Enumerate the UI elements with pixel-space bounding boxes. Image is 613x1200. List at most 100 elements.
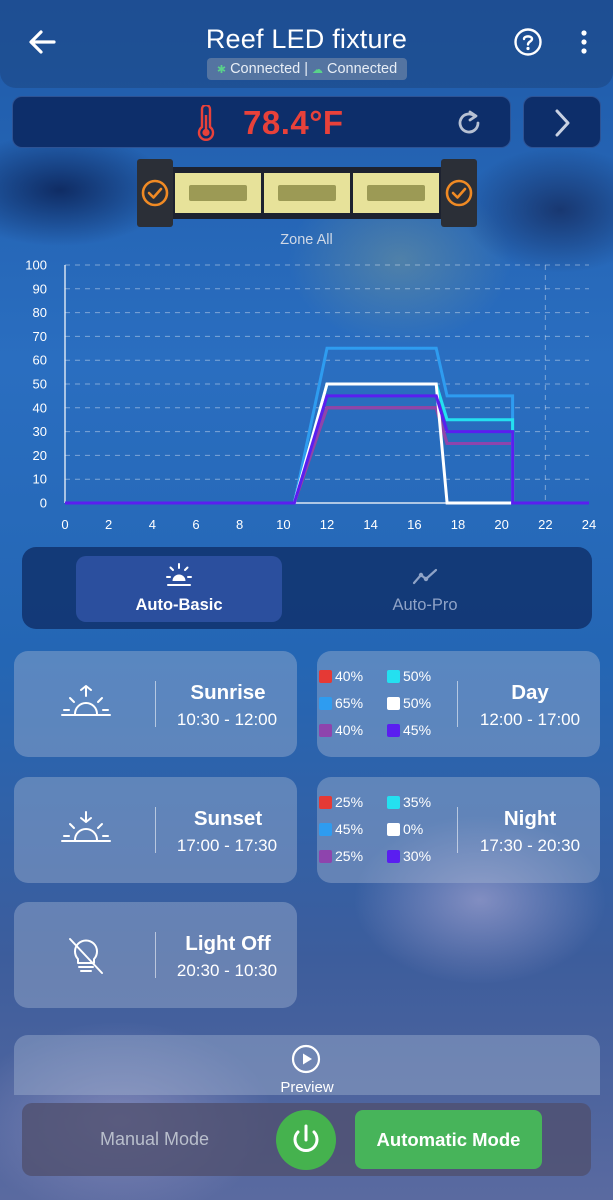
y-tick-label: 40 bbox=[33, 400, 47, 415]
card-title: Light Off bbox=[185, 932, 271, 955]
bluetooth-icon: ✱ bbox=[216, 63, 227, 76]
series-line bbox=[65, 346, 589, 505]
light-off-card[interactable]: Light Off 20:30 - 10:30 bbox=[14, 902, 297, 1008]
y-tick-label: 90 bbox=[33, 281, 47, 296]
channel-level: 50% bbox=[387, 695, 431, 711]
card-title: Sunset bbox=[193, 807, 263, 830]
x-tick-label: 20 bbox=[494, 517, 508, 532]
x-tick-label: 6 bbox=[192, 517, 199, 532]
tab-auto-basic[interactable]: Auto-Basic bbox=[76, 556, 282, 622]
channel-level: 65% bbox=[319, 695, 363, 711]
channel-color-swatch bbox=[319, 669, 332, 683]
bluetooth-status: Connected bbox=[230, 61, 301, 77]
channel-percent: 40% bbox=[335, 668, 364, 684]
x-tick-label: 2 bbox=[105, 517, 112, 532]
channel-percent: 50% bbox=[403, 668, 432, 684]
channel-percent: 65% bbox=[335, 695, 364, 711]
power-button[interactable] bbox=[276, 1110, 336, 1170]
card-time: 20:30 - 10:30 bbox=[176, 961, 278, 980]
channel-color-swatch bbox=[387, 849, 400, 863]
channel-level: 25% bbox=[319, 794, 363, 810]
x-tick-label: 16 bbox=[407, 517, 421, 532]
channel-color-swatch bbox=[387, 822, 400, 836]
channel-percent: 45% bbox=[403, 722, 432, 738]
card-title: Sunrise bbox=[190, 681, 266, 704]
channel-color-swatch bbox=[319, 822, 332, 836]
y-tick-label: 0 bbox=[40, 496, 47, 511]
channel-level: 45% bbox=[319, 821, 363, 837]
x-tick-label: 12 bbox=[320, 517, 334, 532]
x-tick-label: 22 bbox=[538, 517, 552, 532]
card-title: Night bbox=[503, 807, 557, 830]
sunset-card[interactable]: Sunset 17:00 - 17:30 bbox=[14, 777, 297, 883]
channel-level: 30% bbox=[387, 848, 431, 864]
manual-mode-button[interactable]: Manual Mode bbox=[100, 1129, 209, 1150]
mode-tabs: Auto-Basic Auto-Pro bbox=[22, 547, 592, 629]
channel-percent: 30% bbox=[403, 848, 432, 864]
channel-percent: 0% bbox=[403, 821, 424, 837]
channel-percent: 50% bbox=[403, 695, 432, 711]
y-tick-label: 30 bbox=[33, 424, 47, 439]
channel-percent: 25% bbox=[335, 848, 364, 864]
card-time: 17:00 - 17:30 bbox=[176, 836, 278, 855]
channel-color-swatch bbox=[319, 795, 332, 809]
channel-color-swatch bbox=[387, 696, 400, 710]
day-card[interactable]: 40% 50% 65% 50% 40% 45% Day 12:00 - 17:00 bbox=[317, 651, 600, 757]
channel-level: 40% bbox=[319, 668, 363, 684]
channel-color-swatch bbox=[319, 849, 332, 863]
channel-percent: 25% bbox=[335, 794, 364, 810]
light-schedule-chart: 01020304050607080901000 2 4 6 8 10 12 14 16 18 20 2… bbox=[25, 258, 596, 533]
channel-level: 40% bbox=[319, 722, 363, 738]
channel-percent: 35% bbox=[403, 794, 432, 810]
channel-level: 35% bbox=[387, 794, 431, 810]
sun-icon bbox=[166, 563, 192, 586]
channel-level: 50% bbox=[387, 668, 431, 684]
card-time: 10:30 - 12:00 bbox=[176, 710, 278, 729]
trend-line-icon bbox=[412, 568, 438, 585]
tab-auto-pro[interactable]: Auto-Pro bbox=[322, 556, 528, 622]
x-tick-label: 0 bbox=[61, 517, 68, 532]
help-icon[interactable] bbox=[513, 27, 543, 57]
automatic-mode-button[interactable]: Automatic Mode bbox=[355, 1110, 542, 1169]
led-fixture-image[interactable] bbox=[137, 157, 477, 229]
more-options-icon[interactable] bbox=[572, 27, 596, 57]
x-tick-label: 14 bbox=[363, 517, 377, 532]
temperature-panel: 78.4°F bbox=[12, 96, 511, 148]
y-tick-label: 10 bbox=[33, 472, 47, 487]
chevron-right-icon bbox=[555, 109, 570, 137]
y-tick-label: 70 bbox=[33, 329, 47, 344]
card-title: Day bbox=[511, 681, 549, 704]
channel-percent: 40% bbox=[335, 722, 364, 738]
channel-color-swatch bbox=[387, 723, 400, 737]
sunrise-card[interactable]: Sunrise 10:30 - 12:00 bbox=[14, 651, 297, 757]
channel-color-swatch bbox=[387, 669, 400, 683]
mode-bar: Manual Mode Automatic Mode bbox=[22, 1103, 591, 1176]
channel-level: 0% bbox=[387, 821, 423, 837]
refresh-icon[interactable] bbox=[452, 106, 486, 140]
tab-label: Auto-Basic bbox=[135, 596, 223, 614]
channel-color-swatch bbox=[387, 795, 400, 809]
preview-button[interactable]: Preview bbox=[14, 1035, 600, 1095]
thermometer-icon bbox=[197, 105, 215, 141]
next-button[interactable] bbox=[523, 96, 601, 148]
sunset-icon bbox=[61, 811, 111, 842]
light-off-icon bbox=[69, 938, 103, 974]
y-tick-label: 50 bbox=[33, 377, 47, 392]
card-time: 12:00 - 17:00 bbox=[479, 710, 581, 729]
cloud-status: Connected bbox=[327, 61, 398, 77]
x-tick-label: 18 bbox=[451, 517, 465, 532]
zone-label: Zone All bbox=[280, 232, 333, 248]
sunrise-icon bbox=[61, 685, 111, 716]
night-card[interactable]: 25% 35% 45% 0% 25% 30% Night 17:30 - 20:30 bbox=[317, 777, 600, 883]
status-separator: | bbox=[304, 61, 308, 77]
y-tick-label: 20 bbox=[33, 448, 47, 463]
cloud-icon: ☁ bbox=[312, 63, 323, 76]
power-icon bbox=[293, 1124, 319, 1152]
channel-level: 45% bbox=[387, 722, 431, 738]
y-tick-label: 60 bbox=[33, 353, 47, 368]
app-header: Reef LED fixture ✱ Connected | ☁ Connect… bbox=[0, 0, 613, 88]
channel-color-swatch bbox=[319, 696, 332, 710]
x-tick-label: 10 bbox=[276, 517, 290, 532]
channel-color-swatch bbox=[319, 723, 332, 737]
channel-percent: 45% bbox=[335, 821, 364, 837]
